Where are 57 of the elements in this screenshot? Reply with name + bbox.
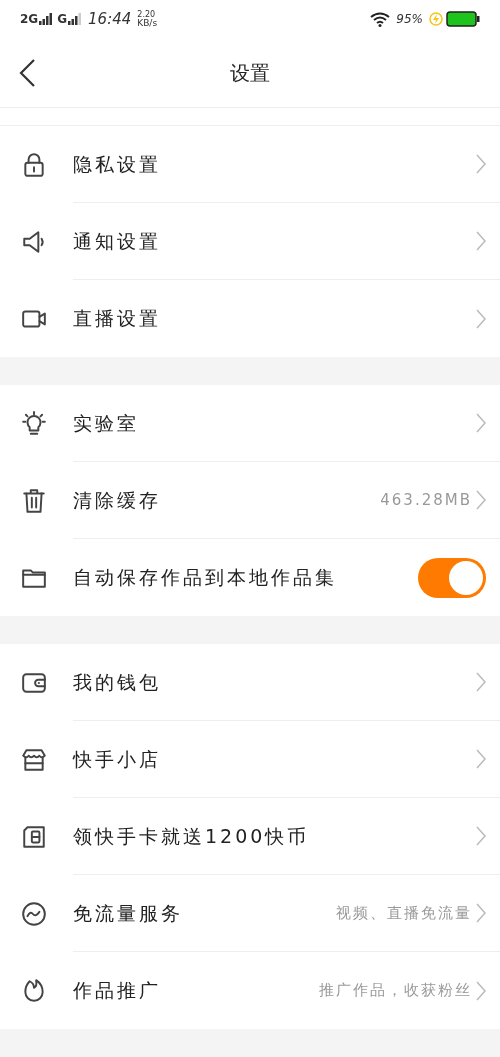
- row-label: 作品推广: [73, 978, 162, 1004]
- row-label: 领快手卡就送1200快币: [73, 823, 311, 849]
- settings-row[interactable]: 直播设置: [0, 280, 500, 357]
- speed-unit: KB/s: [137, 18, 158, 28]
- storefront-icon: [21, 746, 47, 773]
- row-value: 推广作品，收获粉丝: [319, 980, 472, 1002]
- signal-label: G: [57, 11, 68, 28]
- page-title: 设置: [230, 59, 270, 87]
- chevron-icon: [476, 413, 486, 433]
- light-bulb-icon: [21, 410, 47, 437]
- trash-icon: [21, 487, 47, 514]
- charging-icon: [429, 12, 443, 26]
- signal-icon: [68, 13, 83, 25]
- chevron-icon: [476, 308, 486, 329]
- settings-row[interactable]: 通知设置: [0, 203, 500, 280]
- flame-icon: [21, 977, 47, 1004]
- clock: 16:44: [88, 8, 132, 30]
- battery-icon: [446, 11, 480, 27]
- settings-row[interactable]: 我的钱包: [0, 644, 500, 721]
- row-label: 快手小店: [73, 746, 162, 772]
- settings-row[interactable]: 自动保存作品到本地作品集: [0, 539, 500, 616]
- settings-row[interactable]: 隐私设置: [0, 126, 500, 203]
- wifi-icon: [370, 11, 391, 27]
- row-label: 直播设置: [73, 306, 162, 332]
- settings-row[interactable]: 快手小店: [0, 721, 500, 798]
- wave-circle-icon: [21, 900, 47, 927]
- chevron-icon: [476, 826, 486, 846]
- row-value: 视频、直播免流量: [336, 902, 472, 924]
- signal-label: 2G: [20, 11, 39, 28]
- chevron-icon: [476, 154, 486, 174]
- settings-row[interactable]: 免流量服务 视频、直播免流量: [0, 875, 500, 952]
- toggle-switch[interactable]: [418, 557, 486, 598]
- chevron-icon: [476, 490, 486, 510]
- row-label: 通知设置: [73, 228, 162, 254]
- speaker-icon: [21, 228, 47, 255]
- chevron-icon: [476, 980, 486, 1001]
- row-label: 自动保存作品到本地作品集: [73, 565, 338, 591]
- row-label: 隐私设置: [73, 151, 162, 177]
- lock-icon: [21, 151, 47, 178]
- battery-percent: 95%: [396, 11, 423, 28]
- row-value: 463.28MB: [380, 489, 472, 511]
- row-label: 我的钱包: [73, 669, 162, 695]
- signal-icon: [39, 13, 54, 25]
- chevron-icon: [476, 231, 486, 251]
- settings-row[interactable]: 实验室: [0, 385, 500, 462]
- chevron-icon: [476, 903, 486, 923]
- row-label: 免流量服务: [73, 900, 184, 926]
- row-label: 清除缓存: [73, 487, 162, 513]
- settings-row[interactable]: 领快手卡就送1200快币: [0, 798, 500, 875]
- sim-card-icon: [21, 823, 47, 850]
- chevron-icon: [476, 749, 486, 769]
- back-icon[interactable]: [18, 57, 36, 88]
- row-label: 实验室: [73, 410, 140, 436]
- chevron-icon: [476, 672, 486, 692]
- speed-value: 2.20: [137, 10, 157, 19]
- settings-row[interactable]: 清除缓存 463.28MB: [0, 462, 500, 539]
- settings-row[interactable]: 作品推广 推广作品，收获粉丝: [0, 952, 500, 1029]
